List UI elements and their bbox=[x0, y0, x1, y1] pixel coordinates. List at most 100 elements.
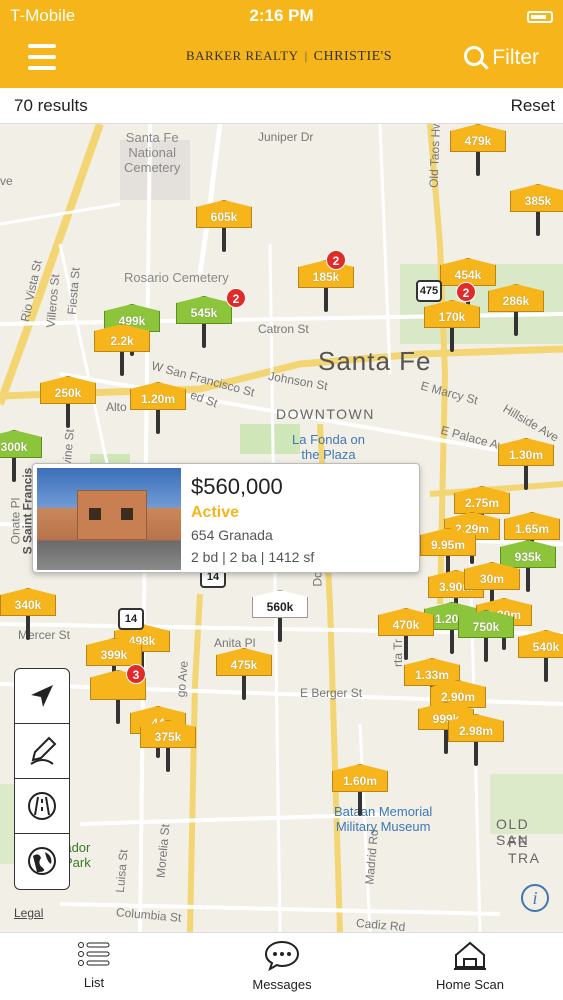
cluster-count-badge[interactable]: 2 bbox=[326, 250, 346, 270]
marker-pin-stick bbox=[26, 616, 30, 640]
marker-pin-stick bbox=[324, 288, 328, 312]
price-marker[interactable]: 1.30m bbox=[498, 438, 554, 490]
clock: 2:16 PM bbox=[249, 6, 314, 25]
price-marker[interactable]: 605k bbox=[196, 200, 252, 252]
logo-left-text: BARKER REALTY bbox=[186, 48, 299, 63]
search-icon bbox=[464, 46, 485, 66]
price-marker-label: 1.65m bbox=[504, 512, 560, 540]
street-label: ve bbox=[0, 174, 13, 188]
filter-button[interactable]: Filter bbox=[464, 46, 539, 70]
listing-card[interactable]: $560,000 Active 654 Granada 2 bd | 2 ba … bbox=[32, 463, 420, 573]
battery-icon bbox=[527, 6, 553, 26]
cluster-count-badge[interactable]: 2 bbox=[226, 288, 246, 308]
price-marker-label: 385k bbox=[510, 184, 563, 212]
price-marker[interactable]: 545k bbox=[176, 296, 232, 348]
price-marker[interactable]: 250k bbox=[40, 376, 96, 428]
price-marker-label: 1.30m bbox=[498, 438, 554, 466]
price-marker-label: 286k bbox=[488, 284, 544, 312]
marker-pin-stick bbox=[242, 676, 246, 700]
marker-pin-stick bbox=[166, 748, 170, 772]
location-arrow-icon bbox=[31, 685, 53, 707]
marker-pin-stick bbox=[202, 324, 206, 348]
poi-rosario-cemetery[interactable]: Rosario Cemetery bbox=[124, 270, 229, 285]
tab-messages[interactable]: Messages bbox=[212, 939, 352, 992]
price-marker[interactable]: 475k bbox=[216, 648, 272, 700]
info-button[interactable]: i bbox=[521, 884, 549, 912]
marker-pin-stick bbox=[484, 638, 488, 662]
location-button[interactable] bbox=[15, 669, 69, 724]
price-marker[interactable]: 750k bbox=[458, 610, 514, 662]
price-marker[interactable]: 286k bbox=[488, 284, 544, 336]
marker-pin-stick bbox=[12, 458, 16, 482]
marker-pin-stick bbox=[514, 312, 518, 336]
tab-messages-label: Messages bbox=[252, 977, 312, 992]
tab-bar: List Messages Home Scan bbox=[0, 932, 563, 1000]
price-marker[interactable]: 1.20m bbox=[130, 382, 186, 434]
price-marker-label: 340k bbox=[0, 588, 56, 616]
district-label: FE TRA bbox=[508, 834, 541, 866]
price-marker-label: 300k bbox=[0, 430, 42, 458]
price-marker[interactable]: 185k bbox=[298, 260, 354, 312]
price-marker-label: 2.75m bbox=[454, 486, 510, 514]
price-marker[interactable]: 479k bbox=[450, 124, 506, 176]
marker-pin-stick bbox=[476, 152, 480, 176]
price-marker[interactable]: 385k bbox=[510, 184, 563, 236]
marker-pin-stick bbox=[450, 630, 454, 654]
price-marker-label: 605k bbox=[196, 200, 252, 228]
list-icon bbox=[78, 942, 110, 966]
road-layer-button[interactable] bbox=[15, 779, 69, 834]
route-shield: 14 bbox=[118, 608, 144, 630]
poi-la-fonda[interactable]: La Fonda on the Plaza bbox=[292, 432, 365, 462]
marker-pin-stick bbox=[358, 792, 362, 816]
globe-layer-button[interactable] bbox=[15, 834, 69, 889]
menu-button[interactable] bbox=[28, 44, 56, 70]
draw-button[interactable] bbox=[15, 724, 69, 779]
price-marker[interactable]: 560k bbox=[252, 590, 308, 642]
legal-link[interactable]: Legal bbox=[14, 906, 43, 920]
tab-list[interactable]: List bbox=[24, 939, 164, 990]
cluster-count-badge[interactable]: 2 bbox=[456, 282, 476, 302]
reset-button[interactable]: Reset bbox=[511, 96, 555, 116]
price-marker-label: 479k bbox=[450, 124, 506, 152]
price-marker[interactable]: 170k bbox=[424, 300, 480, 352]
price-marker[interactable]: 2.98m bbox=[448, 714, 504, 766]
marker-pin-stick bbox=[474, 742, 478, 766]
listing-address: 654 Granada bbox=[191, 527, 273, 543]
price-marker[interactable]: 340k bbox=[0, 588, 56, 640]
street-label: Juniper Dr bbox=[258, 130, 314, 144]
price-marker[interactable]: 375k bbox=[140, 720, 196, 772]
home-scan-icon bbox=[454, 941, 486, 970]
price-marker-label: 2.98m bbox=[448, 714, 504, 742]
street-label: Onate Pl bbox=[8, 497, 23, 545]
price-marker-label: 399k bbox=[86, 638, 142, 666]
cluster-count-badge[interactable]: 3 bbox=[126, 664, 146, 684]
results-count: 70 results bbox=[14, 96, 88, 115]
brand-logo: BARKER REALTY | CHRISTIE'S bbox=[186, 48, 392, 64]
price-marker[interactable]: 540k bbox=[518, 630, 563, 682]
price-marker[interactable]: 1.60m bbox=[332, 764, 388, 816]
price-marker-label: 170k bbox=[424, 300, 480, 328]
price-marker[interactable]: 2.2k bbox=[94, 324, 150, 376]
street-label: Catron St bbox=[258, 322, 309, 336]
price-marker-label: 1.60m bbox=[332, 764, 388, 792]
marker-pin-stick bbox=[120, 352, 124, 376]
map-view[interactable]: Juniper Dr Old Taos Hwy Rio Vista St Vil… bbox=[0, 124, 563, 932]
status-bar: T-Mobile 2:16 PM bbox=[0, 0, 563, 32]
marker-pin-stick bbox=[156, 410, 160, 434]
street-label: Do bbox=[310, 571, 325, 587]
tab-list-label: List bbox=[83, 975, 105, 990]
poi-cemetery[interactable]: Santa Fe National Cemetery bbox=[124, 130, 180, 175]
marker-pin-stick bbox=[450, 328, 454, 352]
district-label: DOWNTOWN bbox=[276, 406, 375, 422]
tab-home-scan-label: Home Scan bbox=[436, 977, 504, 992]
marker-pin-stick bbox=[222, 228, 226, 252]
tab-home-scan[interactable]: Home Scan bbox=[400, 939, 540, 992]
price-marker-label: 750k bbox=[458, 610, 514, 638]
price-marker[interactable]: 470k bbox=[378, 608, 434, 660]
listing-specs: 2 bd | 2 ba | 1412 sf bbox=[191, 549, 315, 565]
street-label: Old Taos Hwy bbox=[426, 124, 444, 189]
price-marker-label: 30m bbox=[464, 562, 520, 590]
price-marker-label: 9.95m bbox=[420, 528, 476, 556]
city-label: Santa Fe bbox=[318, 346, 432, 376]
marker-pin-stick bbox=[524, 466, 528, 490]
